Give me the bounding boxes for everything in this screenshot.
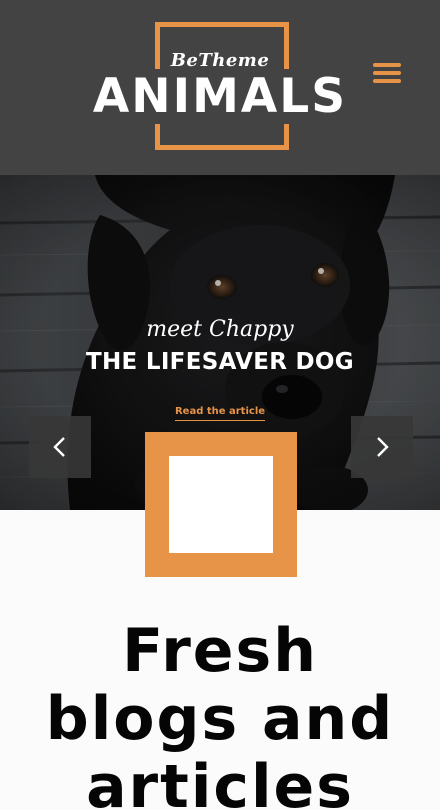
slider-prev-button[interactable]	[29, 416, 91, 478]
menu-bar	[373, 63, 401, 67]
hamburger-menu-icon[interactable]	[370, 60, 404, 86]
chevron-right-icon	[377, 437, 389, 457]
site-header: BeTheme ANIMALS	[0, 0, 440, 175]
chevron-left-icon	[53, 437, 65, 457]
logo-wordmark-text[interactable]: ANIMALS	[89, 69, 351, 124]
menu-bar	[373, 71, 401, 75]
heading-line: articles	[86, 752, 354, 810]
section-heading: Fresh blogs and articles	[0, 617, 440, 810]
read-article-link[interactable]: Read the article	[174, 406, 266, 421]
hero-title: THE LIFESAVER DOG	[86, 349, 354, 375]
page: BeTheme ANIMALS meet Chappy THE LIFESAVE…	[0, 0, 440, 810]
heading-line: blogs and	[45, 684, 395, 754]
decorative-square	[145, 432, 297, 577]
heading-line: Fresh	[122, 616, 318, 686]
slider-next-button[interactable]	[351, 416, 413, 478]
menu-bar	[373, 79, 401, 83]
hero-eyebrow: meet Chappy	[146, 317, 294, 342]
